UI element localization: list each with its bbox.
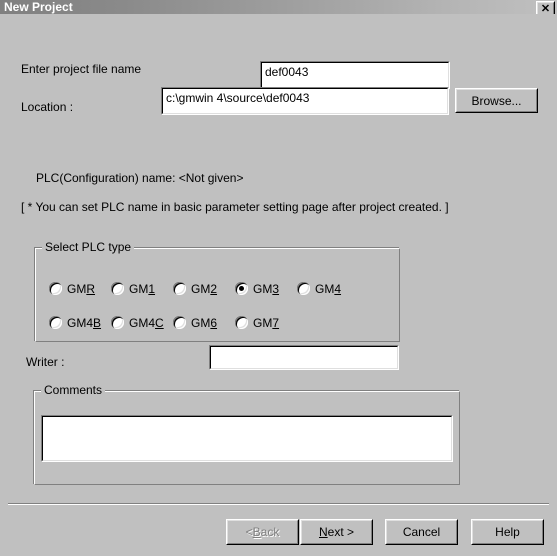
radio-label-accel: B bbox=[93, 316, 102, 330]
next-button-suffix: ext > bbox=[327, 525, 355, 539]
radio-label: GM1 bbox=[129, 281, 155, 297]
radio-label-accel: 4 bbox=[334, 282, 342, 296]
radio-label-accel: C bbox=[155, 316, 164, 330]
radio-indicator-icon bbox=[111, 282, 124, 295]
radio-label-prefix: GM bbox=[253, 282, 273, 296]
radio-indicator-icon bbox=[235, 282, 248, 295]
radio-label-prefix: GM bbox=[191, 316, 211, 330]
back-button-label: < Back bbox=[227, 520, 298, 544]
comments-textarea[interactable] bbox=[41, 415, 453, 462]
radio-label-prefix: GM bbox=[253, 316, 273, 330]
radio-label: GM6 bbox=[191, 315, 217, 331]
comments-value bbox=[42, 416, 452, 461]
radio-label-accel: 6 bbox=[210, 316, 218, 330]
next-button-label: Next > bbox=[301, 520, 372, 544]
plc-configuration-name-text: PLC(Configuration) name: <Not given> bbox=[36, 171, 244, 185]
radio-label-prefix: GM4 bbox=[67, 316, 94, 330]
radio-indicator-icon bbox=[49, 282, 62, 295]
radio-indicator-icon bbox=[173, 282, 186, 295]
radio-label: GM3 bbox=[253, 281, 279, 297]
radio-label-accel: R bbox=[86, 282, 96, 296]
writer-value bbox=[210, 346, 398, 369]
comments-legend: Comments bbox=[41, 383, 106, 397]
back-button-prefix: < bbox=[245, 525, 253, 539]
footer-separator bbox=[8, 503, 549, 505]
cancel-button[interactable]: Cancel bbox=[385, 519, 458, 545]
help-button[interactable]: Help bbox=[471, 519, 544, 545]
radio-label-prefix: GM bbox=[129, 282, 149, 296]
radio-label: GM4B bbox=[67, 315, 101, 331]
window-title: New Project bbox=[4, 0, 73, 14]
radio-indicator-icon bbox=[235, 316, 248, 329]
radio-label: GM2 bbox=[191, 281, 217, 297]
select-plc-type-legend: Select PLC type bbox=[42, 240, 135, 254]
radio-label-prefix: GM bbox=[191, 282, 211, 296]
next-button[interactable]: Next > bbox=[300, 519, 373, 545]
radio-label-accel: 1 bbox=[148, 282, 156, 296]
radio-label-accel: 7 bbox=[272, 316, 280, 330]
location-label: Location : bbox=[21, 100, 74, 114]
writer-label: Writer : bbox=[26, 355, 65, 369]
radio-indicator-icon bbox=[49, 316, 62, 329]
browse-button-label: Browse... bbox=[456, 89, 537, 112]
project-name-label: Enter project file name bbox=[21, 62, 142, 76]
radio-indicator-icon bbox=[297, 282, 310, 295]
radio-label-prefix: GM bbox=[67, 282, 87, 296]
writer-input[interactable] bbox=[209, 345, 399, 370]
browse-button[interactable]: Browse... bbox=[455, 88, 538, 113]
comments-group: Comments bbox=[33, 383, 460, 485]
cancel-button-label: Cancel bbox=[386, 520, 457, 544]
next-button-accel: N bbox=[318, 525, 328, 539]
select-plc-type-group: Select PLC type GMR GM1 GM2 GM3 GM4 GM4B GM4C G… bbox=[34, 240, 400, 342]
radio-indicator-icon bbox=[111, 316, 124, 329]
new-project-dialog: New Project ✕ Enter project file name de… bbox=[0, 0, 557, 556]
radio-label: GM4C bbox=[129, 315, 164, 331]
back-button-suffix: ack bbox=[260, 525, 280, 539]
location-value: c:\gmwin 4\source\def0043 bbox=[162, 88, 448, 114]
location-input[interactable]: c:\gmwin 4\source\def0043 bbox=[161, 87, 449, 115]
radio-label: GM7 bbox=[253, 315, 279, 331]
dialog-client-area: Enter project file name def0043 Location… bbox=[0, 14, 557, 556]
radio-label-prefix: GM4 bbox=[129, 316, 156, 330]
back-button-accel: B bbox=[252, 525, 261, 539]
radio-label-prefix: GM bbox=[315, 282, 335, 296]
radio-label: GM4 bbox=[315, 281, 341, 297]
back-button[interactable]: < Back bbox=[226, 519, 299, 545]
radio-indicator-icon bbox=[173, 316, 186, 329]
project-name-input[interactable]: def0043 bbox=[260, 61, 450, 89]
radio-label: GMR bbox=[67, 281, 95, 297]
radio-label-accel: 3 bbox=[272, 282, 280, 296]
project-name-value: def0043 bbox=[261, 62, 449, 88]
title-bar: New Project ✕ bbox=[0, 0, 557, 16]
radio-label-accel: 2 bbox=[210, 282, 218, 296]
plc-name-note: [ * You can set PLC name in basic parame… bbox=[21, 200, 449, 214]
help-button-label: Help bbox=[472, 520, 543, 544]
